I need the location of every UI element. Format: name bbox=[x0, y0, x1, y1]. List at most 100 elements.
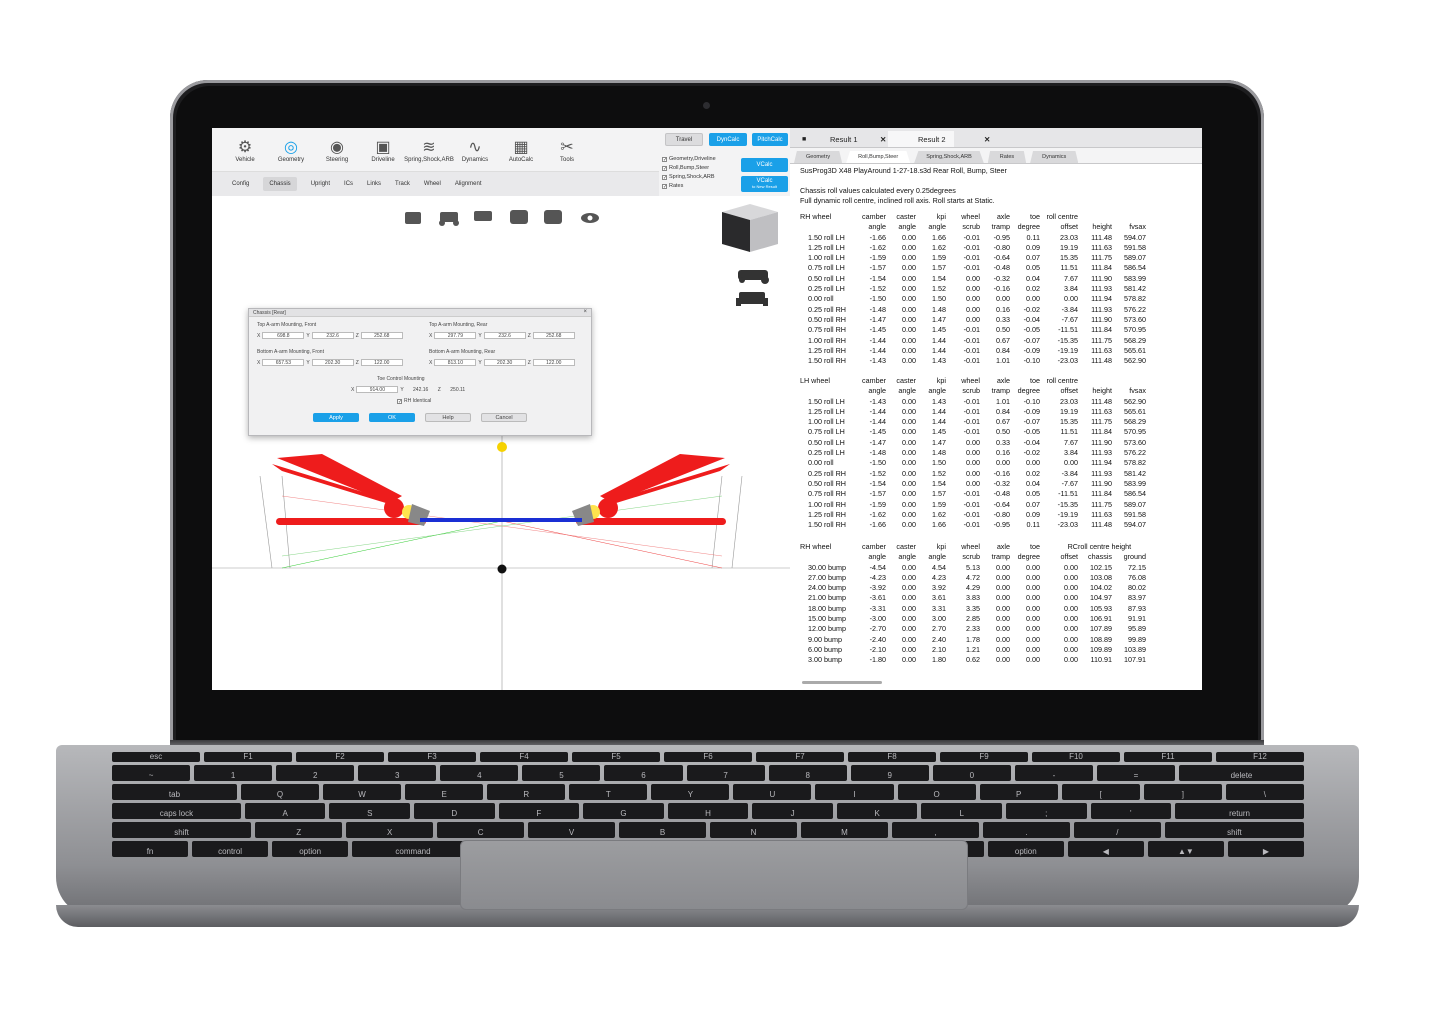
toolbar-steering-button[interactable]: ◉ Steering bbox=[314, 128, 360, 171]
tab-config[interactable]: Config bbox=[232, 181, 249, 187]
key[interactable]: H bbox=[667, 803, 749, 819]
tab-rates[interactable]: Rates bbox=[987, 151, 1027, 163]
key[interactable]: ▶ bbox=[1227, 841, 1304, 857]
view-cube-icon[interactable] bbox=[722, 204, 778, 252]
key[interactable]: F2 bbox=[296, 752, 384, 762]
key[interactable]: F3 bbox=[388, 752, 476, 762]
key[interactable]: ~ bbox=[112, 765, 191, 781]
key[interactable]: R bbox=[487, 784, 566, 800]
view-front-icon[interactable] bbox=[439, 212, 459, 226]
check-roll-bump-steer[interactable]: ✓ Roll,Bump,Steer bbox=[662, 165, 709, 171]
key[interactable]: tab bbox=[112, 784, 237, 800]
check-rates[interactable]: ✓ Rates bbox=[662, 183, 683, 189]
close-icon[interactable]: ✕ bbox=[984, 131, 990, 147]
key[interactable]: = bbox=[1096, 765, 1176, 781]
rh-identical-checkbox[interactable]: ✓ RH Identical bbox=[397, 398, 431, 404]
key[interactable]: F9 bbox=[940, 752, 1028, 762]
top-front-x[interactable]: 698.8 bbox=[262, 332, 305, 339]
key[interactable]: ; bbox=[1005, 803, 1087, 819]
key[interactable]: F12 bbox=[1216, 752, 1304, 762]
key[interactable]: esc bbox=[112, 752, 200, 762]
pitchcalc-button[interactable]: PitchCalc bbox=[752, 133, 788, 146]
key[interactable]: [ bbox=[1061, 784, 1140, 800]
key[interactable]: B bbox=[619, 822, 706, 838]
ground-point-marker[interactable] bbox=[497, 564, 507, 574]
key[interactable]: 6 bbox=[604, 765, 683, 781]
top-front-z[interactable]: 252.68 bbox=[360, 332, 403, 339]
key[interactable]: F1 bbox=[204, 752, 292, 762]
key[interactable]: X bbox=[346, 822, 434, 838]
key[interactable]: \ bbox=[1225, 784, 1304, 800]
top-rear-z[interactable]: 252.68 bbox=[532, 332, 575, 339]
key[interactable]: option bbox=[272, 841, 349, 857]
view-rear-icon[interactable] bbox=[544, 210, 562, 224]
key[interactable]: ' bbox=[1090, 803, 1172, 819]
key[interactable]: I bbox=[815, 784, 894, 800]
horizontal-scrollbar[interactable] bbox=[802, 681, 882, 684]
key[interactable]: Z bbox=[255, 822, 343, 838]
key[interactable]: - bbox=[1014, 765, 1093, 781]
key[interactable]: T bbox=[569, 784, 648, 800]
bottom-rear-x[interactable]: 813.10 bbox=[434, 359, 477, 366]
key[interactable]: 5 bbox=[522, 765, 601, 781]
key[interactable]: E bbox=[405, 784, 484, 800]
car-rear-icon[interactable] bbox=[736, 292, 768, 306]
key[interactable]: D bbox=[414, 803, 495, 819]
tab-dynamics[interactable]: Dynamics bbox=[1030, 151, 1079, 163]
toe-x[interactable]: 914.00 bbox=[356, 386, 399, 393]
key[interactable]: Y bbox=[651, 784, 730, 800]
top-rear-x[interactable]: 297.79 bbox=[434, 332, 477, 339]
key[interactable]: F6 bbox=[664, 752, 752, 762]
key[interactable]: 4 bbox=[440, 765, 519, 781]
key[interactable]: W bbox=[323, 784, 402, 800]
tab-result-1[interactable]: Result 1 bbox=[830, 131, 858, 147]
cancel-button[interactable]: Cancel bbox=[481, 413, 527, 422]
key[interactable]: caps lock bbox=[112, 803, 241, 819]
toolbar-tools-button[interactable]: ✂ Tools bbox=[544, 128, 590, 171]
key[interactable]: 9 bbox=[850, 765, 929, 781]
key[interactable]: 2 bbox=[276, 765, 355, 781]
key[interactable]: 1 bbox=[194, 765, 273, 781]
tab-track[interactable]: Track bbox=[395, 181, 410, 187]
key[interactable]: ] bbox=[1143, 784, 1222, 800]
toolbar-spring-shock-arb-button[interactable]: ≋ Spring,Shock,ARB bbox=[404, 128, 454, 171]
key[interactable]: G bbox=[583, 803, 664, 819]
ok-button[interactable]: OK bbox=[369, 413, 415, 422]
key[interactable]: 3 bbox=[358, 765, 437, 781]
view-side-icon[interactable] bbox=[510, 210, 528, 224]
close-icon[interactable]: × bbox=[583, 309, 587, 315]
apply-button[interactable]: Apply bbox=[313, 413, 359, 422]
key[interactable]: L bbox=[921, 803, 1002, 819]
dyncalc-button[interactable]: DynCalc bbox=[709, 133, 747, 146]
bottom-front-x[interactable]: 657.53 bbox=[262, 359, 305, 366]
trackpad[interactable] bbox=[460, 840, 968, 910]
key[interactable]: F5 bbox=[572, 752, 660, 762]
viewport-3d[interactable]: Chassis [Rear] × Top A-arm Mounting, Fro… bbox=[212, 196, 790, 690]
key[interactable]: 7 bbox=[686, 765, 765, 781]
key[interactable]: fn bbox=[112, 841, 189, 857]
key[interactable]: 8 bbox=[768, 765, 847, 781]
key[interactable]: command bbox=[352, 841, 474, 857]
help-button[interactable]: Help bbox=[425, 413, 471, 422]
car-side-icon[interactable] bbox=[738, 270, 769, 284]
eye-icon[interactable] bbox=[581, 213, 599, 223]
key[interactable]: C bbox=[437, 822, 525, 838]
top-front-y[interactable]: 232.6 bbox=[311, 332, 354, 339]
tab-chassis[interactable]: Chassis bbox=[263, 177, 297, 191]
key[interactable]: , bbox=[891, 822, 979, 838]
bottom-front-y[interactable]: 202.30 bbox=[311, 359, 354, 366]
tab-links[interactable]: Links bbox=[367, 181, 381, 187]
key[interactable]: / bbox=[1073, 822, 1161, 838]
key[interactable]: M bbox=[800, 822, 888, 838]
key[interactable]: F10 bbox=[1032, 752, 1120, 762]
key[interactable]: P bbox=[979, 784, 1058, 800]
toolbar-geometry-button[interactable]: ◎ Geometry bbox=[268, 128, 314, 171]
key[interactable]: F4 bbox=[480, 752, 568, 762]
key[interactable]: N bbox=[710, 822, 797, 838]
bottom-front-z[interactable]: 122.00 bbox=[360, 359, 403, 366]
vcalc-button[interactable]: VCalc bbox=[741, 158, 788, 172]
key[interactable]: Q bbox=[240, 784, 320, 800]
tab-upright[interactable]: Upright bbox=[311, 181, 330, 187]
tab-spring-shock-arb[interactable]: Spring,Shock,ARB bbox=[914, 151, 984, 163]
tab-roll-bump-steer[interactable]: Roll,Bump,Steer bbox=[846, 151, 911, 163]
